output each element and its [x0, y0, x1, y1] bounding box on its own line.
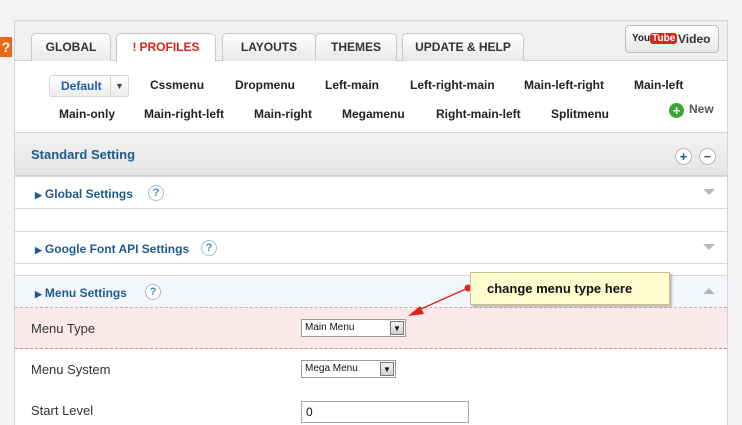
profile-list: Default ▼ Cssmenu Dropmenu Left-main Left…	[15, 62, 727, 132]
tab-update-help[interactable]: UPDATE & HELP	[402, 33, 524, 61]
tab-layouts-label: LAYOUTS	[240, 40, 298, 54]
help-icon[interactable]: ?	[145, 284, 161, 300]
menu-type-value: Main Menu	[305, 322, 355, 333]
callout-arrow	[408, 284, 472, 316]
tab-update-help-label: UPDATE & HELP	[415, 40, 511, 54]
menu-type-row: Menu Type Main Menu ▼	[15, 308, 727, 349]
profile-item[interactable]: Main-only	[59, 107, 115, 121]
profile-item[interactable]: Cssmenu	[150, 78, 204, 92]
menu-system-value: Mega Menu	[305, 363, 358, 374]
tab-themes-label: THEMES	[330, 40, 381, 54]
youtube-logo-you: You	[632, 33, 651, 44]
chevron-up-icon	[703, 288, 715, 294]
section-menu-settings-label: ▶ Menu Settings	[35, 286, 127, 300]
start-level-row: Start Level 0	[15, 390, 727, 425]
tab-profiles-label: PROFILES	[139, 40, 200, 54]
expand-all-button[interactable]: +	[675, 148, 692, 165]
profile-item[interactable]: Main-right	[254, 107, 312, 121]
profile-item[interactable]: Main-left-right	[524, 78, 604, 92]
collapse-all-button[interactable]: −	[699, 148, 716, 165]
section-global-settings-text: Global Settings	[44, 187, 133, 201]
caret-right-icon: ▶	[35, 289, 42, 299]
menu-system-row: Menu System Mega Menu ▼	[15, 349, 727, 390]
profile-item[interactable]: Dropmenu	[235, 78, 295, 92]
new-profile-button[interactable]: + New	[669, 102, 714, 118]
chevron-down-icon	[703, 189, 715, 195]
video-label: Video	[678, 32, 711, 46]
help-icon[interactable]: ?	[148, 185, 164, 201]
start-level-label: Start Level	[31, 403, 94, 418]
profile-item[interactable]: Splitmenu	[551, 107, 609, 121]
chevron-down-icon: ▼	[390, 321, 404, 335]
section-menu-settings-text: Menu Settings	[44, 286, 127, 300]
admin-panel: GLOBAL ! PROFILES LAYOUTS THEMES UPDATE &…	[14, 20, 728, 425]
caret-right-icon: ▶	[35, 245, 42, 255]
profile-item[interactable]: Left-right-main	[410, 78, 495, 92]
help-icon[interactable]: ?	[201, 240, 217, 256]
tabs-bar: GLOBAL ! PROFILES LAYOUTS THEMES UPDATE &…	[15, 21, 727, 62]
profile-item[interactable]: Main-left	[634, 78, 683, 92]
menu-system-label: Menu System	[31, 362, 111, 377]
new-profile-label: New	[689, 102, 714, 116]
menu-type-select[interactable]: Main Menu ▼	[301, 319, 406, 337]
profile-item[interactable]: Main-right-left	[144, 107, 224, 121]
alert-icon: !	[132, 40, 137, 54]
tab-global[interactable]: GLOBAL	[31, 33, 111, 61]
menu-type-label: Menu Type	[31, 321, 96, 336]
section-google-font-text: Google Font API Settings	[44, 242, 190, 256]
section-google-font-settings[interactable]: ▶ Google Font API Settings ?	[15, 231, 727, 264]
profile-default-label: Default	[61, 79, 102, 93]
chevron-down-icon: ▼	[380, 362, 394, 376]
youtube-logo-icon: You Tube	[632, 33, 678, 44]
caret-right-icon: ▶	[35, 190, 42, 200]
standard-setting-header: Standard Setting + −	[15, 132, 727, 176]
section-global-settings[interactable]: ▶ Global Settings ?	[15, 176, 727, 209]
standard-setting-title: Standard Setting	[31, 147, 136, 162]
add-icon: +	[669, 103, 684, 118]
profile-item[interactable]: Left-main	[325, 78, 379, 92]
youtube-logo-tube: Tube	[650, 33, 678, 44]
help-flag-icon[interactable]: ?	[0, 37, 12, 57]
chevron-down-icon[interactable]: ▼	[110, 76, 128, 96]
start-level-input[interactable]: 0	[301, 401, 469, 423]
tab-global-label: GLOBAL	[45, 40, 97, 54]
video-button[interactable]: You Tube Video	[625, 25, 719, 53]
profile-item[interactable]: Megamenu	[342, 107, 405, 121]
section-global-settings-label: ▶ Global Settings	[35, 187, 133, 201]
callout-note: change menu type here	[470, 272, 670, 305]
tab-profiles[interactable]: ! PROFILES	[116, 33, 216, 62]
chevron-down-icon	[703, 244, 715, 250]
section-google-font-label: ▶ Google Font API Settings	[35, 242, 189, 256]
tab-themes[interactable]: THEMES	[315, 33, 397, 61]
menu-system-select[interactable]: Mega Menu ▼	[301, 360, 396, 378]
tab-layouts[interactable]: LAYOUTS	[222, 33, 316, 61]
profile-item[interactable]: Right-main-left	[436, 107, 521, 121]
profile-default-dropdown[interactable]: Default ▼	[49, 75, 129, 97]
